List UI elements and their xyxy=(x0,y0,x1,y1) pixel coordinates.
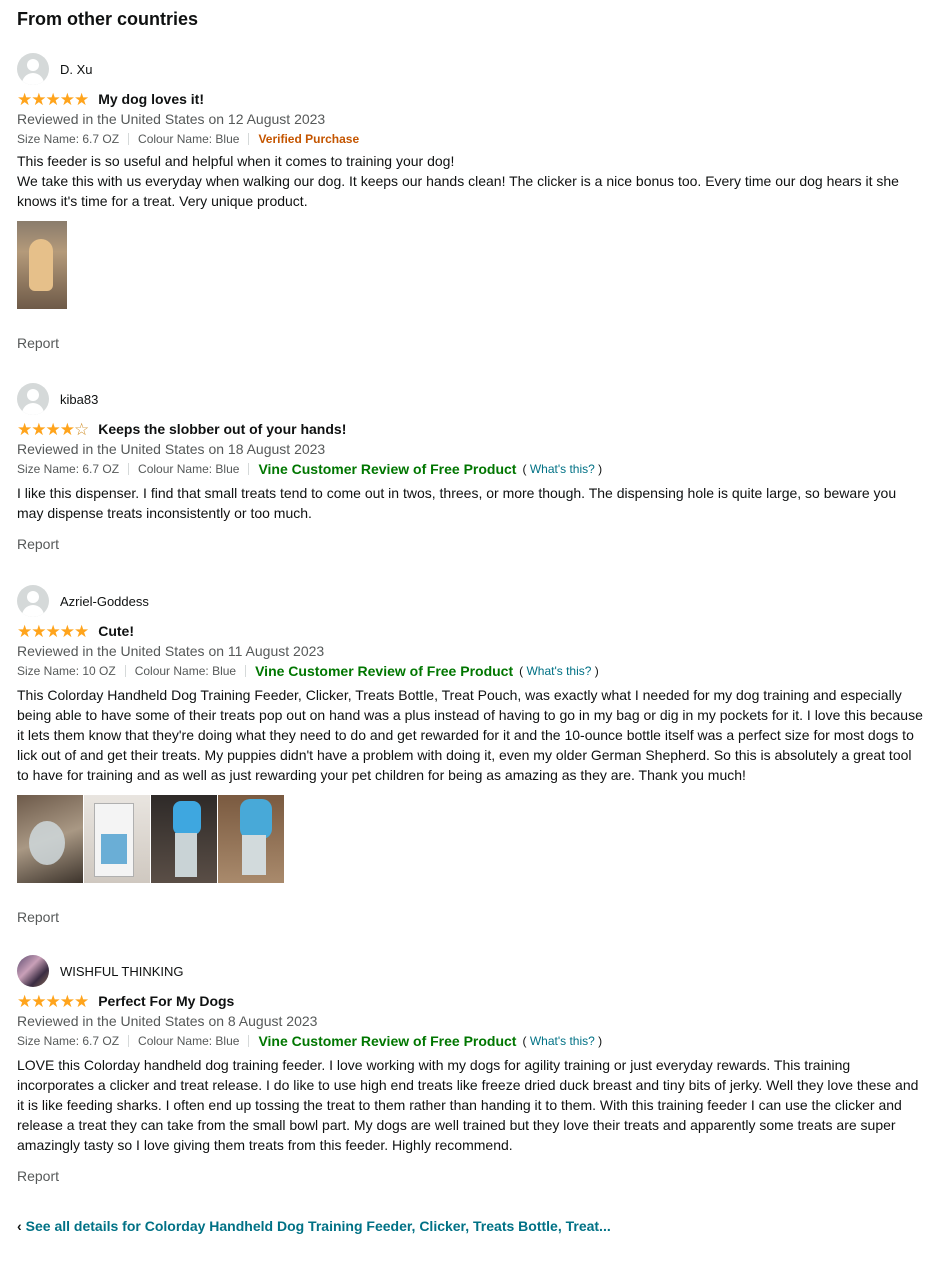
see-all-details-label: See all details for Colorday Handheld Do… xyxy=(25,1218,611,1234)
size-name: Size Name: 6.7 OZ xyxy=(17,462,120,476)
five-star-rating-icon[interactable]: ★★★★★ xyxy=(17,623,89,640)
review-date: Reviewed in the United States on 8 Augus… xyxy=(17,1013,318,1029)
profile-name[interactable]: WISHFUL THINKING xyxy=(60,964,184,979)
divider xyxy=(128,1035,130,1047)
four-star-rating-icon[interactable]: ★★★★ ☆ xyxy=(17,421,89,438)
avatar-icon xyxy=(17,383,49,415)
see-all-details-link[interactable]: ‹ See all details for Colorday Handheld D… xyxy=(17,1218,611,1234)
whats-this: ( What's this? ) xyxy=(522,1034,603,1048)
review-title: Keeps the slobber out of your hands! xyxy=(98,421,347,437)
review-text: This feeder is so useful and helpful whe… xyxy=(17,153,455,169)
report-link[interactable]: Report xyxy=(17,1168,923,1184)
whats-this: ( What's this? ) xyxy=(522,462,603,476)
review-date: Reviewed in the United States on 11 Augu… xyxy=(17,643,325,659)
vine-review-badge: Vine Customer Review of Free Product xyxy=(255,663,514,679)
report-link[interactable]: Report xyxy=(17,536,923,552)
review-images xyxy=(17,795,923,883)
review-title: Perfect For My Dogs xyxy=(98,993,235,1009)
review-card: D. Xu ★★★★★ My dog loves it! Reviewed in… xyxy=(17,53,923,351)
colour-name: Colour Name: Blue xyxy=(138,462,240,476)
review-title: My dog loves it! xyxy=(98,91,204,107)
divider xyxy=(245,665,247,677)
whats-this-link[interactable]: What's this? xyxy=(530,1034,595,1048)
reviewer-profile[interactable]: WISHFUL THINKING xyxy=(17,955,923,987)
product-format: Size Name: 6.7 OZ Colour Name: Blue Vine… xyxy=(17,1031,923,1051)
review-body: This feeder is so useful and helpful whe… xyxy=(17,151,923,211)
review-card: kiba83 ★★★★ ☆ Keeps the slobber out of yo… xyxy=(17,383,923,552)
reviewer-profile[interactable]: kiba83 xyxy=(17,383,923,415)
section-title: From other countries xyxy=(17,9,199,29)
reviewer-profile[interactable]: Azriel-Goddess xyxy=(17,585,923,617)
size-name: Size Name: 6.7 OZ xyxy=(17,132,120,146)
divider xyxy=(248,133,250,145)
divider xyxy=(248,1035,250,1047)
profile-name[interactable]: D. Xu xyxy=(60,62,93,77)
product-format: Size Name: 6.7 OZ Colour Name: Blue Veri… xyxy=(17,129,923,149)
size-name: Size Name: 6.7 OZ xyxy=(17,1034,120,1048)
divider xyxy=(128,463,130,475)
vine-review-badge: Vine Customer Review of Free Product xyxy=(258,1033,517,1049)
review-image-thumbnail[interactable] xyxy=(218,795,284,883)
whats-this: ( What's this? ) xyxy=(519,664,599,678)
divider xyxy=(128,133,130,145)
chevron-left-icon: ‹ xyxy=(17,1218,22,1234)
avatar-icon xyxy=(17,585,49,617)
review-card: Azriel-Goddess ★★★★★ Cute! Reviewed in t… xyxy=(17,585,923,925)
review-title: Cute! xyxy=(98,623,134,639)
product-format: Size Name: 10 OZ Colour Name: Blue Vine … xyxy=(17,661,923,681)
colour-name: Colour Name: Blue xyxy=(138,132,240,146)
report-link[interactable]: Report xyxy=(17,909,923,925)
five-star-rating-icon[interactable]: ★★★★★ xyxy=(17,993,89,1010)
profile-name[interactable]: kiba83 xyxy=(60,392,98,407)
verified-purchase-badge: Verified Purchase xyxy=(258,132,360,146)
whats-this-link[interactable]: What's this? xyxy=(530,462,595,476)
report-link[interactable]: Report xyxy=(17,335,923,351)
review-text: This Colorday Handheld Dog Training Feed… xyxy=(17,687,923,783)
review-body: LOVE this Colorday handheld dog training… xyxy=(17,1055,923,1155)
review-text: LOVE this Colorday handheld dog training… xyxy=(17,1057,919,1153)
review-image-thumbnail[interactable] xyxy=(17,795,83,883)
avatar-photo-icon xyxy=(17,955,49,987)
five-star-rating-icon[interactable]: ★★★★★ xyxy=(17,91,89,108)
review-image-thumbnail[interactable] xyxy=(17,221,67,309)
product-format: Size Name: 6.7 OZ Colour Name: Blue Vine… xyxy=(17,459,923,479)
reviewer-profile[interactable]: D. Xu xyxy=(17,53,923,85)
vine-review-badge: Vine Customer Review of Free Product xyxy=(258,461,517,477)
colour-name: Colour Name: Blue xyxy=(138,1034,240,1048)
size-name: Size Name: 10 OZ xyxy=(17,664,116,678)
review-date: Reviewed in the United States on 12 Augu… xyxy=(17,111,326,127)
review-text: I like this dispenser. I find that small… xyxy=(17,485,897,521)
review-date: Reviewed in the United States on 18 Augu… xyxy=(17,441,326,457)
review-card: WISHFUL THINKING ★★★★★ Perfect For My Do… xyxy=(17,955,923,1184)
review-text: We take this with us everyday when walki… xyxy=(17,173,899,209)
divider xyxy=(248,463,250,475)
divider xyxy=(124,665,126,677)
review-body: This Colorday Handheld Dog Training Feed… xyxy=(17,685,923,785)
profile-name[interactable]: Azriel-Goddess xyxy=(60,594,149,609)
whats-this-link[interactable]: What's this? xyxy=(526,664,591,678)
review-images xyxy=(17,221,923,309)
review-body: I like this dispenser. I find that small… xyxy=(17,483,923,523)
review-image-thumbnail[interactable] xyxy=(151,795,217,883)
avatar-icon xyxy=(17,53,49,85)
review-image-thumbnail[interactable] xyxy=(84,795,150,883)
colour-name: Colour Name: Blue xyxy=(134,664,237,678)
